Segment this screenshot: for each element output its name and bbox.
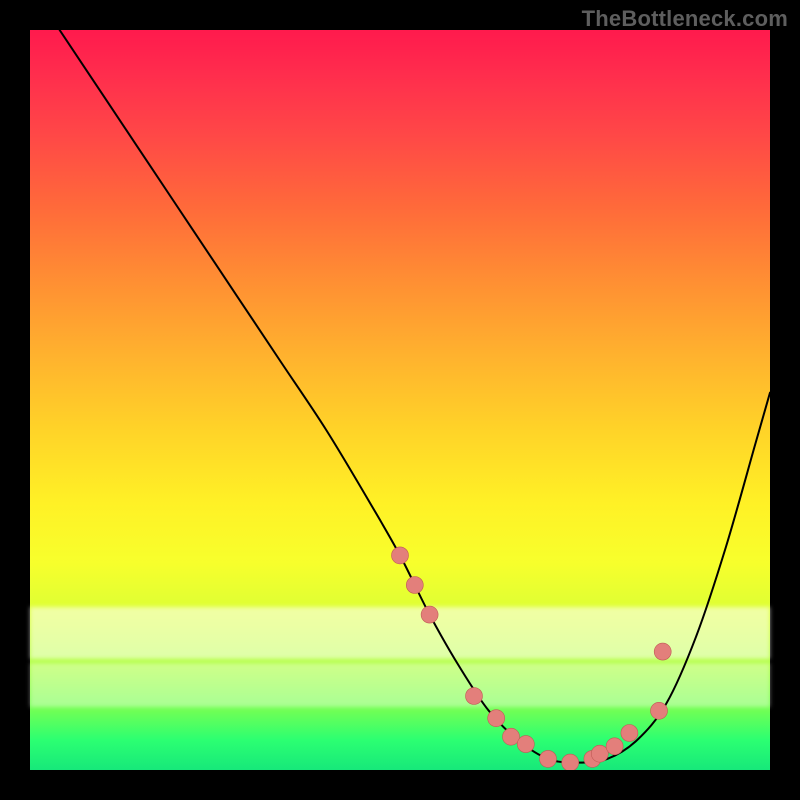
- scatter-dot: [606, 738, 623, 755]
- scatter-dot: [651, 702, 668, 719]
- scatter-dot: [562, 754, 579, 770]
- plot-area: [30, 30, 770, 770]
- scatter-dot: [466, 688, 483, 705]
- scatter-dot: [392, 547, 409, 564]
- scatter-dot: [503, 728, 520, 745]
- scatter-dot: [406, 577, 423, 594]
- scatter-dot: [517, 736, 534, 753]
- watermark-text: TheBottleneck.com: [582, 6, 788, 32]
- scatter-dots: [392, 547, 672, 770]
- scatter-dot: [621, 725, 638, 742]
- chart-svg: [30, 30, 770, 770]
- scatter-dot: [421, 606, 438, 623]
- scatter-dot: [488, 710, 505, 727]
- chart-frame: TheBottleneck.com: [0, 0, 800, 800]
- scatter-dot: [654, 643, 671, 660]
- scatter-dot: [591, 745, 608, 762]
- scatter-dot: [540, 750, 557, 767]
